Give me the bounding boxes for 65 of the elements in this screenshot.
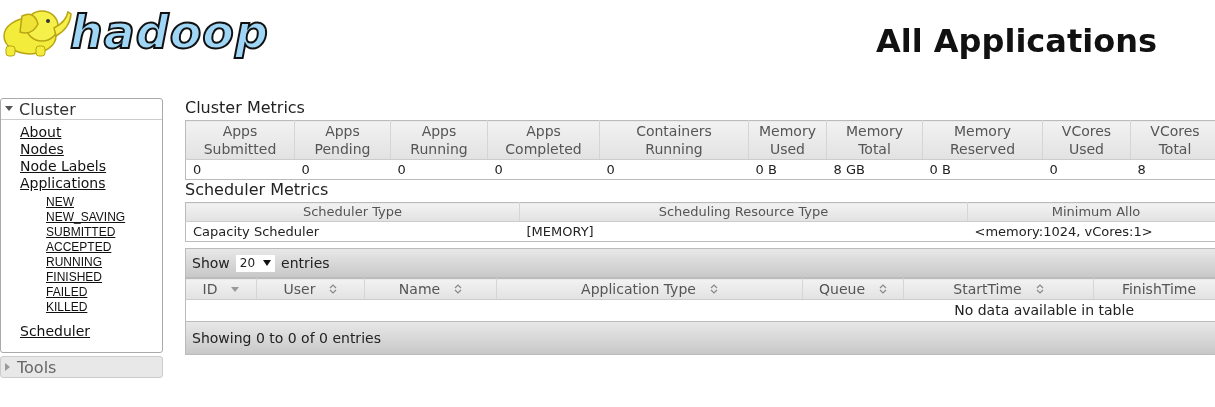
sidebar-link[interactable]: Scheduler bbox=[20, 323, 91, 340]
column-header: Apps Submitted bbox=[185, 120, 295, 160]
sidebar-link[interactable]: Applications bbox=[20, 175, 106, 192]
sidebar-link[interactable]: Nodes bbox=[20, 141, 64, 158]
sort-icon bbox=[879, 284, 887, 294]
sidebar-sublink[interactable]: SUBMITTED bbox=[46, 225, 116, 240]
section-title: Cluster Metrics bbox=[185, 98, 306, 118]
column-header: VCores Total bbox=[1130, 120, 1215, 160]
column-header[interactable]: StartTime bbox=[903, 278, 1094, 300]
table-cell: [MEMORY] bbox=[519, 221, 968, 242]
column-header: Memory Total bbox=[826, 120, 923, 160]
column-header[interactable]: Queue bbox=[802, 278, 904, 300]
sidebar-sublink[interactable]: NEW_SAVING bbox=[46, 210, 126, 225]
sidebar-sublink[interactable]: KILLED bbox=[46, 300, 88, 315]
column-header[interactable]: ID bbox=[185, 278, 257, 300]
table-cell: 0 bbox=[487, 159, 600, 180]
table-cell: 0 bbox=[294, 159, 391, 180]
table-cell: Capacity Scheduler bbox=[185, 221, 520, 242]
column-header: VCores Used bbox=[1042, 120, 1131, 160]
sidebar-sublink[interactable]: NEW bbox=[46, 195, 74, 210]
sort-icon bbox=[1035, 284, 1044, 294]
column-header: Minimum Allo bbox=[967, 202, 1215, 222]
sidebar-link[interactable]: Node Labels bbox=[20, 158, 107, 175]
entries-label: entries bbox=[281, 255, 330, 271]
column-header[interactable]: FinishTime bbox=[1093, 278, 1215, 300]
section-header[interactable]: Tools bbox=[1, 357, 162, 377]
section-title: Scheduler Metrics bbox=[185, 180, 330, 200]
caret-right-icon bbox=[5, 363, 11, 371]
sort-icon bbox=[709, 284, 718, 294]
empty-message: No data available in table bbox=[954, 302, 1134, 318]
sort-icon bbox=[454, 284, 463, 294]
table-info: Showing 0 to 0 of 0 entries bbox=[192, 330, 381, 346]
sidebar-sublink[interactable]: ACCEPTED bbox=[46, 240, 112, 255]
section-header[interactable]: Cluster bbox=[1, 99, 162, 120]
column-header[interactable]: Name bbox=[364, 278, 497, 300]
column-header: Apps Completed bbox=[487, 120, 600, 160]
column-header: Containers Running bbox=[599, 120, 749, 160]
table-cell: 0 B bbox=[922, 159, 1043, 180]
page-title: All Applications bbox=[876, 22, 1157, 60]
table-cell: 0 bbox=[599, 159, 749, 180]
column-header: Apps Pending bbox=[294, 120, 391, 160]
sidebar-sublink[interactable]: RUNNING bbox=[46, 255, 102, 270]
column-header: Apps Running bbox=[390, 120, 488, 160]
sort-descending-icon bbox=[231, 286, 240, 292]
dropdown-icon bbox=[263, 260, 272, 266]
table-cell: 0 B bbox=[748, 159, 827, 180]
show-label: Show bbox=[192, 255, 230, 271]
column-header: Scheduling Resource Type bbox=[519, 202, 968, 222]
table-cell: 0 bbox=[390, 159, 488, 180]
column-header: Scheduler Type bbox=[185, 202, 520, 222]
caret-down-icon bbox=[5, 106, 13, 112]
column-header: Memory Reserved bbox=[922, 120, 1043, 160]
sidebar-sublink[interactable]: FINISHED bbox=[46, 270, 102, 285]
page-size-select[interactable]: 20 bbox=[235, 254, 276, 272]
column-header: Memory Used bbox=[748, 120, 827, 160]
table-cell: <memory:1024, vCores:1> bbox=[967, 221, 1215, 242]
table-cell: 8 bbox=[1130, 159, 1215, 180]
sidebar-link[interactable]: About bbox=[20, 124, 62, 141]
column-header[interactable]: Application Type bbox=[496, 278, 803, 300]
table-cell: 0 bbox=[185, 159, 295, 180]
table-cell: 0 bbox=[1042, 159, 1131, 180]
sort-icon bbox=[329, 284, 338, 294]
table-cell: 8 GB bbox=[826, 159, 923, 180]
column-header[interactable]: User bbox=[256, 278, 365, 300]
sidebar-sublink[interactable]: FAILED bbox=[46, 285, 88, 300]
